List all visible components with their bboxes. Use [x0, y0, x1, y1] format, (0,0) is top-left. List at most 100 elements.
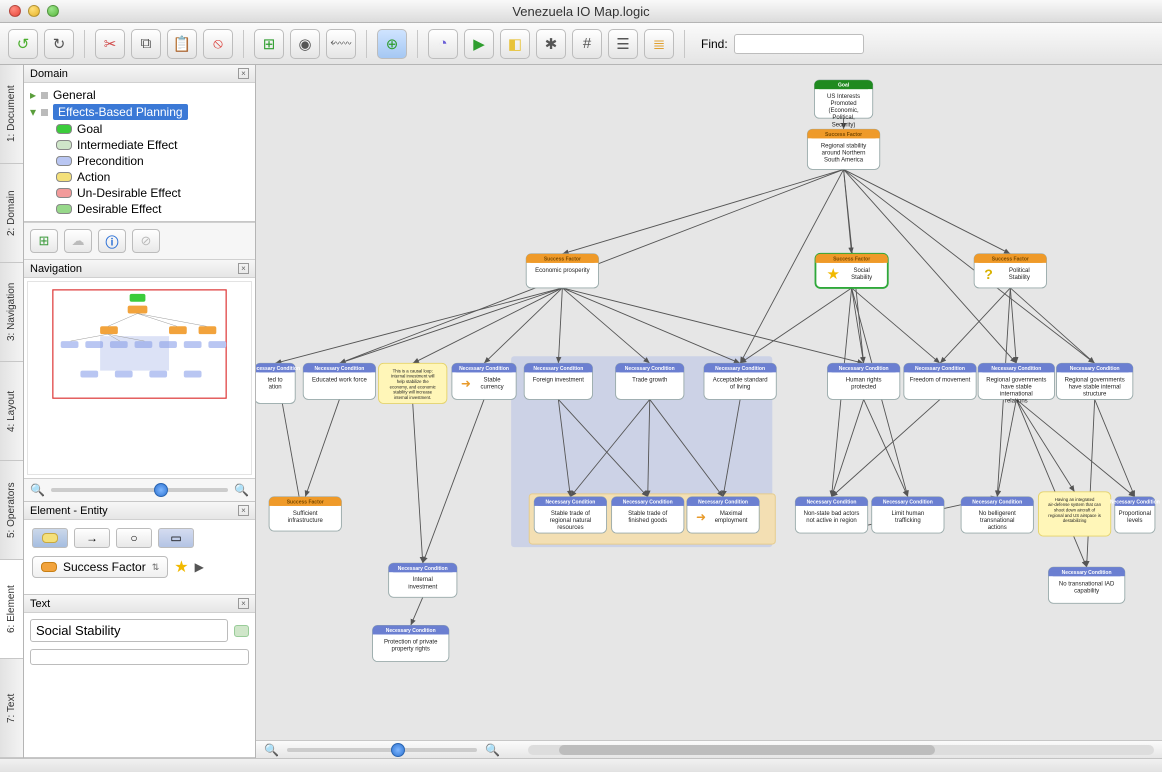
- svg-text:Necessary Condition: Necessary Condition: [386, 628, 436, 634]
- side-tab----element[interactable]: 6: Element: [0, 560, 23, 659]
- node-nc_foreign[interactable]: Necessary ConditionForeign investment: [524, 363, 592, 399]
- node-nc_nat_res[interactable]: Necessary ConditionStable trade ofregion…: [534, 497, 606, 533]
- domain-item-action[interactable]: Action: [54, 169, 251, 185]
- element-tab-junctor[interactable]: ○: [116, 528, 152, 548]
- side-tab----navigation[interactable]: 3: Navigation: [0, 263, 23, 362]
- canvas-zoom-slider[interactable]: [287, 748, 477, 752]
- pie-tool-button[interactable]: ◔: [428, 29, 458, 59]
- tag-yellow-button[interactable]: ◧: [500, 29, 530, 59]
- hash-tool-button[interactable]: #: [572, 29, 602, 59]
- node-nc_currency[interactable]: Necessary Condition➜Stablecurrency: [452, 363, 516, 399]
- element-tab-group[interactable]: ▭: [158, 528, 194, 548]
- delete-button[interactable]: ⦸: [203, 29, 233, 59]
- star-icon[interactable]: ★: [174, 557, 188, 577]
- domain-disable-button[interactable]: ⊘: [132, 229, 160, 253]
- node-nc_prop[interactable]: Necessary ConditionProportionallevels: [1110, 497, 1160, 533]
- svg-text:Protection of private: Protection of private: [384, 640, 438, 646]
- navigation-panel-close[interactable]: ×: [238, 263, 249, 274]
- domain-item-desirable-effect[interactable]: Desirable Effect: [54, 201, 251, 217]
- svg-text:➜: ➜: [461, 376, 471, 390]
- element-text-secondary-input[interactable]: [30, 649, 249, 665]
- minimize-window-button[interactable]: [28, 5, 40, 17]
- node-note_causal[interactable]: This is a causal loop:Internal investmen…: [379, 363, 447, 403]
- svg-text:regional and US airspace is: regional and US airspace is: [1048, 513, 1101, 518]
- close-window-button[interactable]: [9, 5, 21, 17]
- node-sf_social[interactable]: Success Factor★SocialStability: [815, 254, 887, 288]
- node-nc_employ[interactable]: Necessary Condition➜Maximalemployment: [687, 497, 759, 533]
- element-tab-entity[interactable]: [32, 528, 68, 548]
- domain-add-button[interactable]: ⊞: [30, 229, 58, 253]
- add-junctor-button[interactable]: ◉: [290, 29, 320, 59]
- play-tool-button[interactable]: ▶: [464, 29, 494, 59]
- add-group-button[interactable]: ⊕: [377, 29, 407, 59]
- domain-item-general[interactable]: ▸ General: [28, 87, 251, 103]
- element-next-button[interactable]: ▶: [195, 560, 204, 574]
- domain-info-button[interactable]: ⓘ: [98, 229, 126, 253]
- text-color-icon[interactable]: [234, 625, 249, 637]
- navigation-zoom-slider[interactable]: [51, 488, 228, 492]
- layout-tool-button[interactable]: ≣: [644, 29, 674, 59]
- navigation-minimap[interactable]: [24, 278, 255, 478]
- zoom-out-icon[interactable]: 🔍: [30, 483, 45, 497]
- node-nc_beligerent[interactable]: Necessary ConditionNo belligerenttransna…: [961, 497, 1033, 533]
- domain-item-goal[interactable]: Goal: [54, 121, 251, 137]
- node-goal[interactable]: GoalUS InterestsPromoted(Economic,Politi…: [814, 80, 872, 128]
- node-sf_econ[interactable]: Success FactorEconomic prosperity: [526, 254, 598, 288]
- node-nc_relations[interactable]: Necessary ConditionRegional governmentsh…: [978, 363, 1054, 404]
- node-nc_freedom[interactable]: Necessary ConditionFreedom of movement: [904, 363, 976, 399]
- side-tab----domain[interactable]: 2: Domain: [0, 164, 23, 263]
- svg-text:Regional stability: Regional stability: [821, 143, 866, 149]
- zoom-window-button[interactable]: [47, 5, 59, 17]
- node-nc_iad[interactable]: Necessary ConditionNo transnational IADc…: [1048, 567, 1124, 603]
- side-tab----document[interactable]: 1: Document: [0, 65, 23, 164]
- domain-link-button[interactable]: ☁: [64, 229, 92, 253]
- node-nc_internal_struct[interactable]: Necessary ConditionRegional governmentsh…: [1057, 363, 1133, 399]
- redo-button[interactable]: ↻: [44, 29, 74, 59]
- side-tab----layout[interactable]: 4: Layout: [0, 362, 23, 461]
- zoom-in-icon[interactable]: 🔍: [234, 483, 249, 497]
- note-button[interactable]: ✱: [536, 29, 566, 59]
- add-entity-button[interactable]: ⊞: [254, 29, 284, 59]
- canvas-h-scrollbar[interactable]: [528, 745, 1154, 755]
- element-text-input[interactable]: [30, 619, 228, 642]
- cut-button[interactable]: ✂: [95, 29, 125, 59]
- domain-panel-close[interactable]: ×: [238, 68, 249, 79]
- node-nc_hr[interactable]: Necessary ConditionHuman rightsprotected: [828, 363, 900, 399]
- text-panel-close[interactable]: ×: [238, 598, 249, 609]
- domain-item-intermediate-effect[interactable]: Intermediate Effect: [54, 137, 251, 153]
- domain-item-un-desirable-effect[interactable]: Un-Desirable Effect: [54, 185, 251, 201]
- svg-text:Human rights: Human rights: [846, 377, 882, 383]
- node-note_iad[interactable]: Having an integratedair-defense system t…: [1038, 492, 1110, 536]
- svg-text:Necessary Condition: Necessary Condition: [533, 366, 583, 372]
- copy-button[interactable]: ⧉: [131, 29, 161, 59]
- stack-tool-button[interactable]: ☰: [608, 29, 638, 59]
- node-nc_traffic[interactable]: Necessary ConditionLimit humantraffickin…: [872, 497, 944, 533]
- node-nc_trade[interactable]: Necessary ConditionTrade growth: [616, 363, 684, 399]
- domain-item-precondition[interactable]: Precondition: [54, 153, 251, 169]
- node-nc_fin_goods[interactable]: Necessary ConditionStable trade offinish…: [612, 497, 684, 533]
- element-tab-edge[interactable]: →: [74, 528, 110, 548]
- node-nc_intl[interactable]: Necessary Conditionted toation: [256, 363, 300, 403]
- svg-text:Regional governments: Regional governments: [986, 377, 1046, 383]
- node-sf_regional[interactable]: Success FactorRegional stabilityaround N…: [807, 129, 879, 169]
- node-nc_workforce[interactable]: Necessary ConditionEducated work force: [303, 363, 375, 399]
- node-sf_political[interactable]: Success Factor?PoliticalStability: [974, 254, 1046, 288]
- element-panel-close[interactable]: ×: [238, 505, 249, 516]
- find-input[interactable]: [734, 34, 864, 54]
- diagram-canvas[interactable]: GoalUS InterestsPromoted(Economic,Politi…: [256, 65, 1162, 758]
- canvas-zoom-out-icon[interactable]: 🔍: [264, 743, 279, 757]
- side-tab----text[interactable]: 7: Text: [0, 659, 23, 758]
- node-sf_infra[interactable]: Success FactorSufficientinfrastructure: [269, 497, 341, 531]
- add-edge-button[interactable]: ⬳: [326, 29, 356, 59]
- side-tab----operators[interactable]: 5: Operators: [0, 461, 23, 560]
- paste-button[interactable]: 📋: [167, 29, 197, 59]
- element-type-select[interactable]: Success Factor ⇅: [32, 556, 168, 578]
- node-nc_living[interactable]: Necessary ConditionAcceptable standardof…: [704, 363, 776, 399]
- node-nc_invest[interactable]: Necessary ConditionInternalinvestment: [389, 563, 457, 597]
- node-nc_nonstate[interactable]: Necessary ConditionNon-state bad actorsn…: [795, 497, 867, 533]
- node-nc_property[interactable]: Necessary Condition Protection of private…: [373, 625, 449, 661]
- domain-item-effects-based[interactable]: ▾ Effects-Based Planning: [28, 103, 251, 121]
- canvas-zoom-in-icon[interactable]: 🔍: [485, 743, 500, 757]
- undo-button[interactable]: ↺: [8, 29, 38, 59]
- svg-text:Necessary Condition: Necessary Condition: [698, 499, 748, 505]
